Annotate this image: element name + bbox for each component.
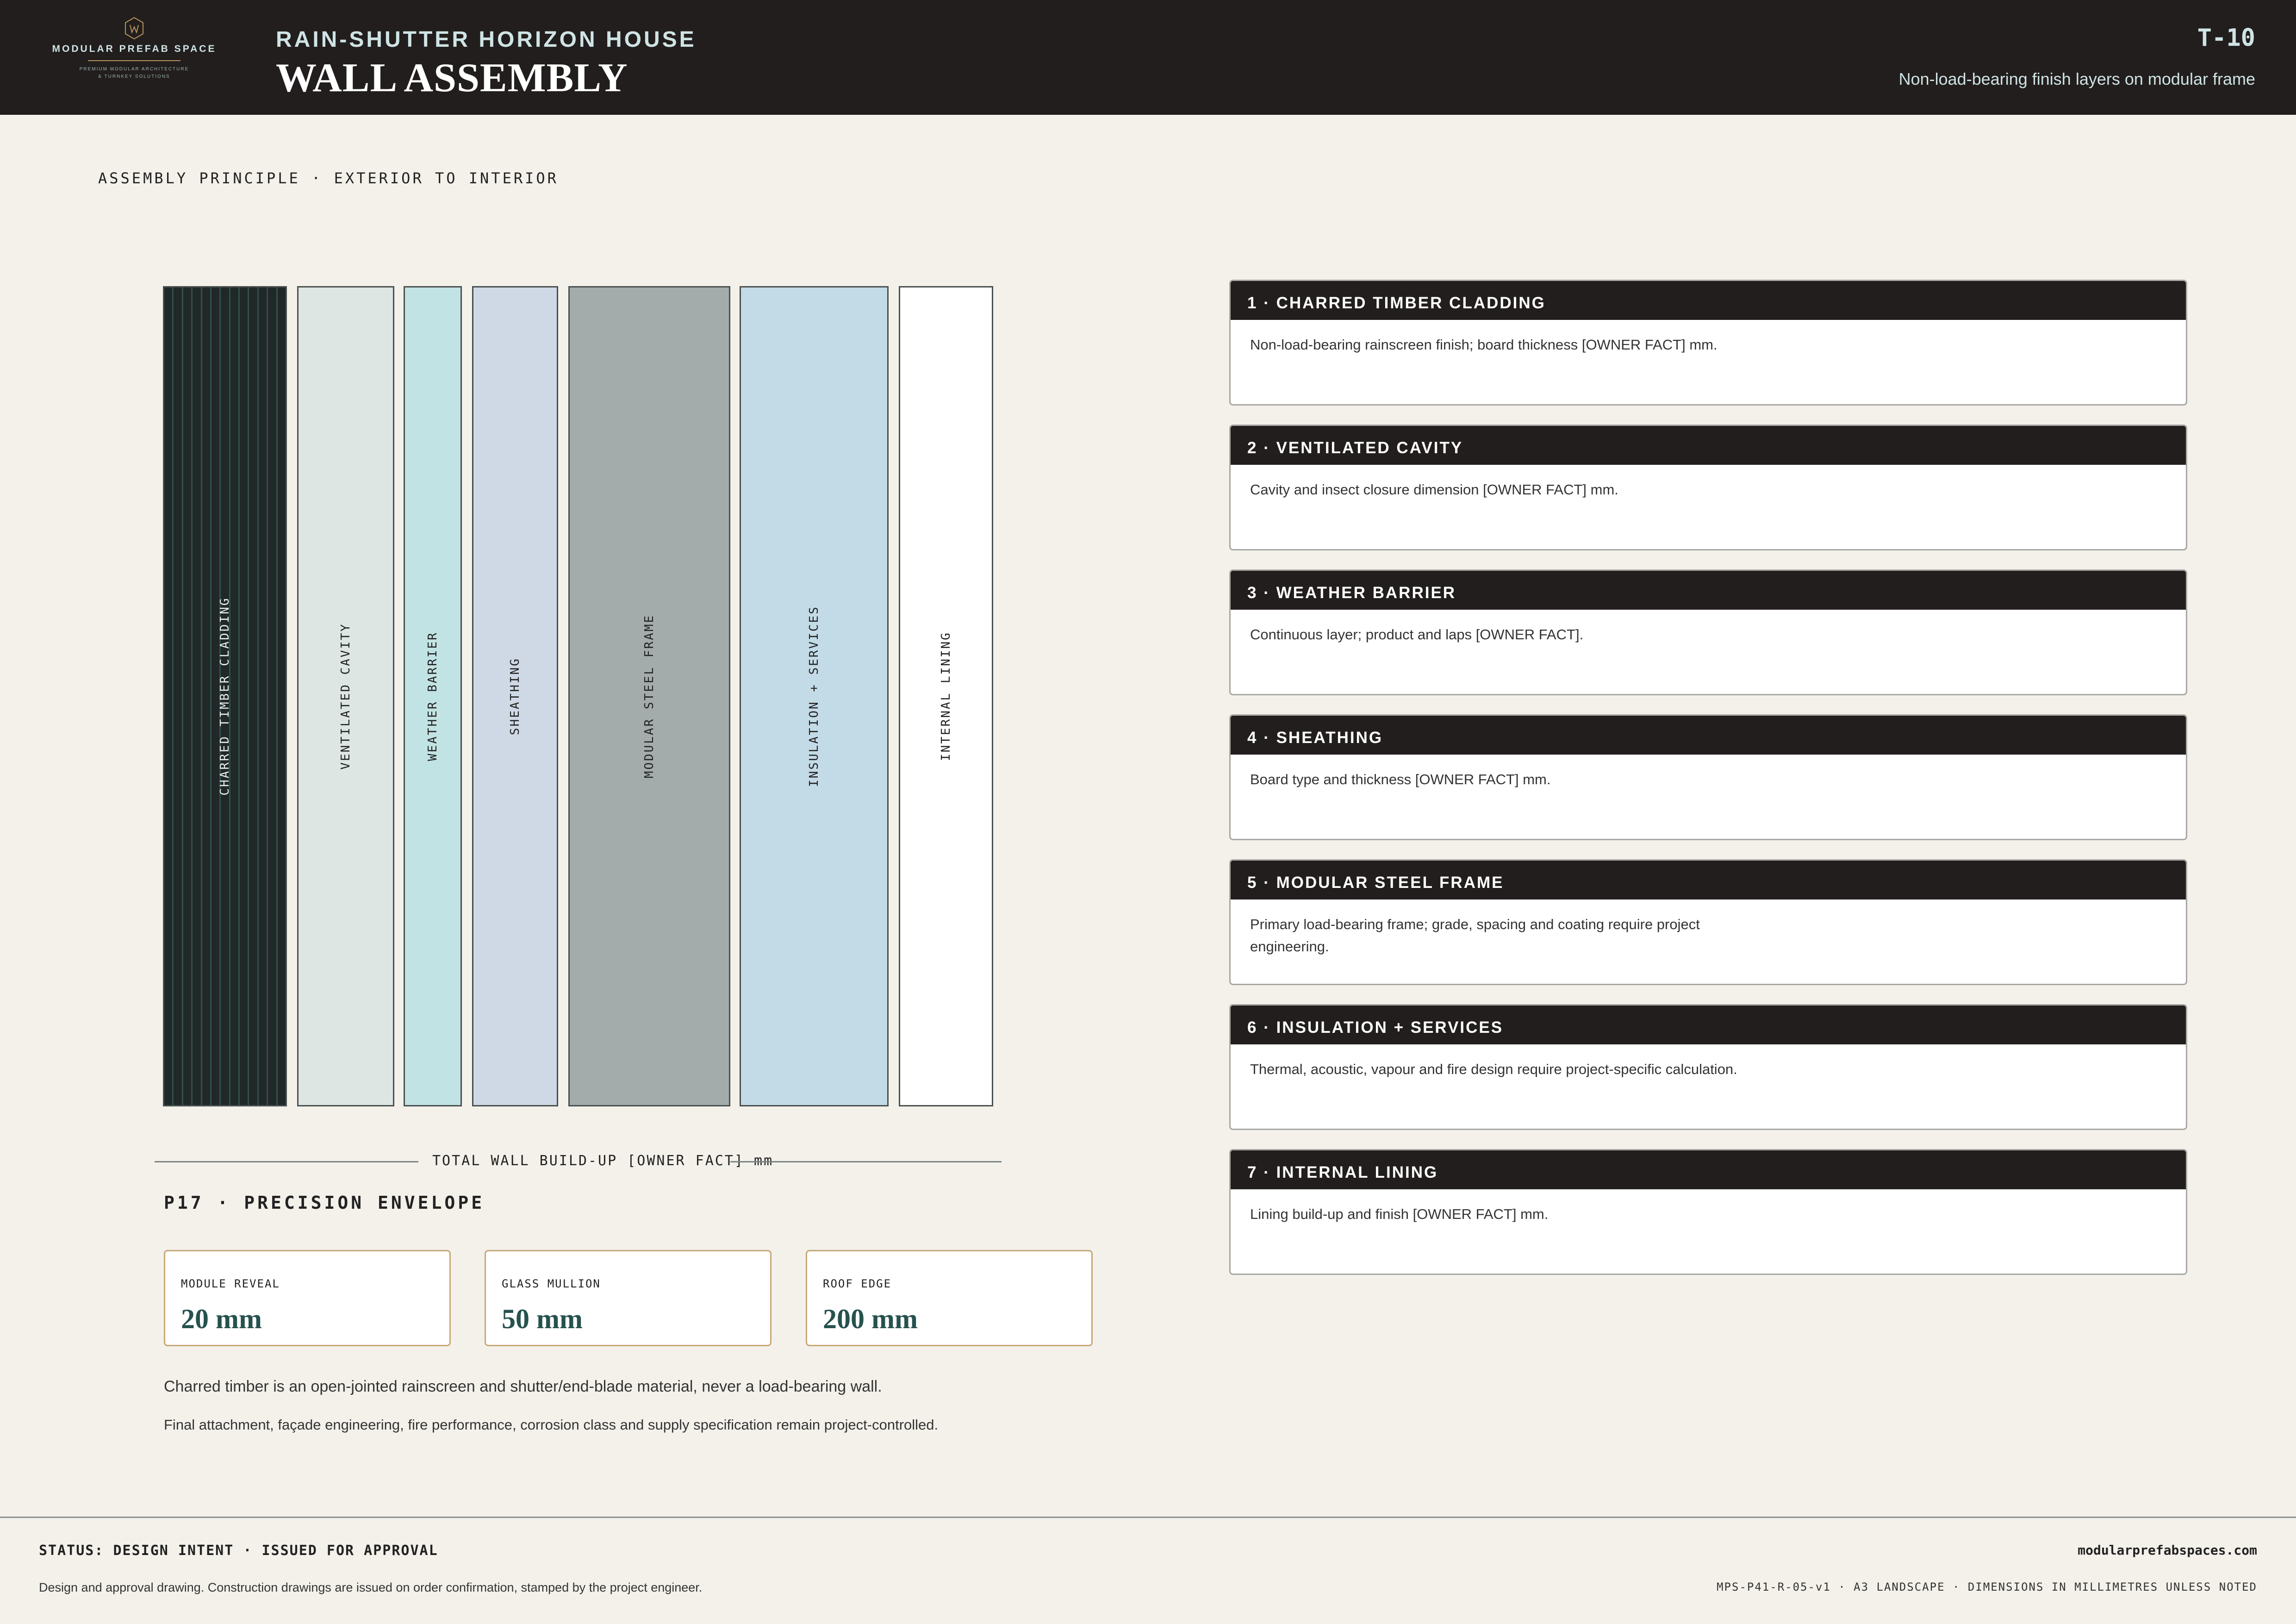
- precision-envelope-title: P17 · PRECISION ENVELOPE: [164, 1193, 485, 1213]
- sheet-title: WALL ASSEMBLY: [276, 56, 628, 100]
- spec-card-internal-lining: 7 · INTERNAL LINING Lining build-up and …: [1229, 1149, 2187, 1275]
- dimension-line: [730, 1161, 1002, 1162]
- spec-body: Non-load-bearing rainscreen finish; boar…: [1250, 337, 1717, 353]
- spec-title: 6 · INSULATION + SERVICES: [1231, 1006, 2186, 1044]
- layer-charred-timber-cladding: CHARRED TIMBER CLADDING: [163, 286, 287, 1106]
- footer-divider: [0, 1517, 2296, 1518]
- sheet-number: T-10: [2197, 24, 2255, 52]
- timber-note: Charred timber is an open-jointed rainsc…: [164, 1378, 882, 1395]
- layer-label: INSULATION + SERVICES: [807, 606, 821, 787]
- spec-title: 1 · CHARRED TIMBER CLADDING: [1231, 281, 2186, 320]
- spec-body: Continuous layer; product and laps [OWNE…: [1250, 626, 1584, 643]
- project-control-note: Final attachment, façade engineering, fi…: [164, 1417, 939, 1433]
- metric-label: ROOF EDGE: [823, 1277, 892, 1290]
- metric-value: 20 mm: [181, 1304, 262, 1334]
- dimension-line: [155, 1161, 418, 1162]
- brand-name: MODULAR PREFAB SPACE: [52, 44, 217, 54]
- total-buildup-label: TOTAL WALL BUILD-UP [OWNER FACT] mm: [432, 1153, 774, 1169]
- metric-value: 50 mm: [502, 1304, 583, 1334]
- spec-body: Primary load-bearing frame; grade, spaci…: [1250, 916, 1700, 955]
- spec-card-modular-steel-frame: 5 · MODULAR STEEL FRAME Primary load-bea…: [1229, 859, 2187, 985]
- spec-title: 3 · WEATHER BARRIER: [1231, 571, 2186, 610]
- spec-card-ventilated-cavity: 2 · VENTILATED CAVITY Cavity and insect …: [1229, 425, 2187, 550]
- layer-label: WEATHER BARRIER: [426, 631, 440, 761]
- brand-logo: MODULAR PREFAB SPACE PREMIUM MODULAR ARC…: [46, 14, 222, 102]
- layer-sheathing: SHEATHING: [472, 286, 558, 1106]
- metric-card-module-reveal: MODULE REVEAL 20 mm: [164, 1250, 451, 1346]
- layer-insulation-services: INSULATION + SERVICES: [740, 286, 889, 1106]
- spec-card-weather-barrier: 3 · WEATHER BARRIER Continuous layer; pr…: [1229, 569, 2187, 695]
- spec-body: Board type and thickness [OWNER FACT] mm…: [1250, 771, 1551, 787]
- layer-label: MODULAR STEEL FRAME: [642, 614, 656, 779]
- layer-weather-barrier: WEATHER BARRIER: [404, 286, 462, 1106]
- hexagon-logo-icon: [125, 17, 143, 40]
- sheet-subtitle: Non-load-bearing finish layers on modula…: [1898, 69, 2255, 88]
- project-name: RAIN-SHUTTER HORIZON HOUSE: [276, 27, 697, 52]
- layer-label: VENTILATED CAVITY: [339, 623, 353, 770]
- spec-title: 7 · INTERNAL LINING: [1231, 1150, 2186, 1189]
- spec-card-sheathing: 4 · SHEATHING Board type and thickness […: [1229, 714, 2187, 840]
- metric-label: MODULE REVEAL: [181, 1277, 280, 1290]
- layer-modular-steel-frame: MODULAR STEEL FRAME: [568, 286, 730, 1106]
- spec-title: 5 · MODULAR STEEL FRAME: [1231, 861, 2186, 899]
- spec-body: Lining build-up and finish [OWNER FACT] …: [1250, 1206, 1549, 1222]
- layer-label: SHEATHING: [508, 657, 522, 735]
- layer-label: INTERNAL LINING: [939, 631, 953, 761]
- spec-card-charred-timber-cladding: 1 · CHARRED TIMBER CLADDING Non-load-bea…: [1229, 280, 2187, 406]
- spec-body: Cavity and insect closure dimension [OWN…: [1250, 481, 1618, 498]
- spec-body: Thermal, acoustic, vapour and fire desig…: [1250, 1061, 1737, 1077]
- layer-ventilated-cavity: VENTILATED CAVITY: [297, 286, 394, 1106]
- layer-internal-lining: INTERNAL LINING: [899, 286, 993, 1106]
- brand-tagline: & TURNKEY SOLUTIONS: [98, 74, 170, 79]
- spec-title: 4 · SHEATHING: [1231, 716, 2186, 755]
- footer-note: Design and approval drawing. Constructio…: [39, 1580, 703, 1594]
- title-block-header: MODULAR PREFAB SPACE PREMIUM MODULAR ARC…: [0, 0, 2296, 115]
- metric-card-glass-mullion: GLASS MULLION 50 mm: [485, 1250, 772, 1346]
- drawing-reference: MPS-P41-R-05-v1 · A3 LANDSCAPE · DIMENSI…: [1717, 1580, 2257, 1593]
- metric-label: GLASS MULLION: [502, 1277, 601, 1290]
- status-label: STATUS: DESIGN INTENT · ISSUED FOR APPRO…: [39, 1543, 438, 1559]
- website-link[interactable]: modularprefabspaces.com: [2078, 1543, 2257, 1558]
- brand-tagline: PREMIUM MODULAR ARCHITECTURE: [79, 67, 189, 72]
- metric-card-roof-edge: ROOF EDGE 200 mm: [806, 1250, 1093, 1346]
- brand-divider: [88, 60, 180, 61]
- metric-value: 200 mm: [823, 1304, 918, 1334]
- layer-label: CHARRED TIMBER CLADDING: [218, 597, 232, 796]
- spec-card-insulation-services: 6 · INSULATION + SERVICES Thermal, acous…: [1229, 1004, 2187, 1130]
- section-label: ASSEMBLY PRINCIPLE · EXTERIOR TO INTERIO…: [98, 169, 559, 187]
- spec-title: 2 · VENTILATED CAVITY: [1231, 426, 2186, 465]
